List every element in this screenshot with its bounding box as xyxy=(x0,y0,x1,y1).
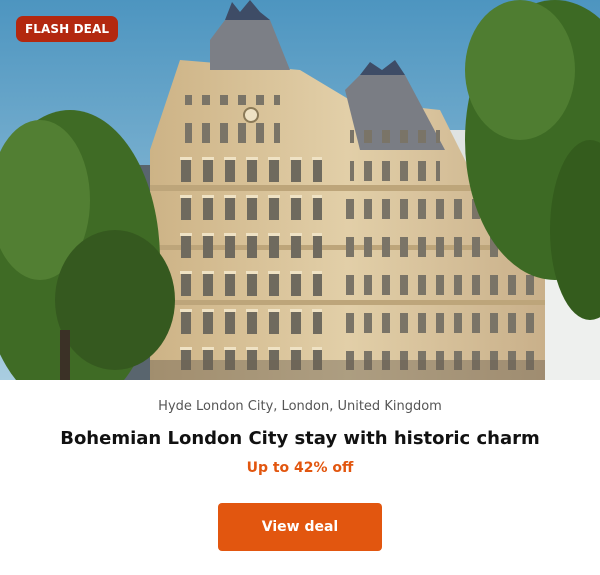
hotel-photo-illustration xyxy=(0,0,600,380)
deal-title[interactable]: Bohemian London City stay with historic … xyxy=(0,428,600,449)
hotel-photo[interactable]: FLASH DEAL xyxy=(0,0,600,380)
view-deal-button[interactable]: View deal xyxy=(218,503,382,551)
flash-deal-badge: FLASH DEAL xyxy=(16,16,119,42)
hotel-location: Hyde London City, London, United Kingdom xyxy=(158,399,442,414)
discount-text: Up to 42% off xyxy=(246,460,354,476)
deal-card[interactable]: FLASH DEAL Hyde London City, London, Uni… xyxy=(0,0,600,575)
